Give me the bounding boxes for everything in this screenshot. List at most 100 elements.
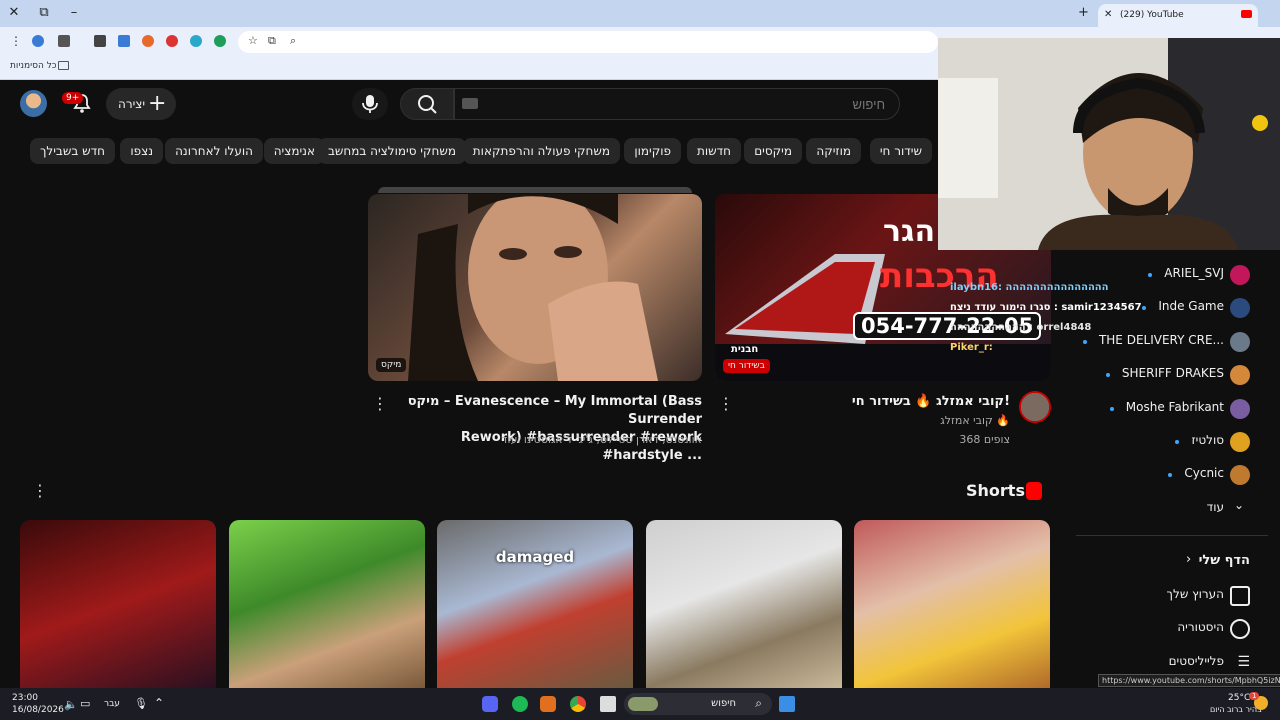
video-meta-mix: אוונסנס, דארן סטיילס, ג'יג' ד'אגוסטינו ו… [501, 433, 702, 446]
filter-chip[interactable]: חדש בשבילך [29, 138, 115, 164]
chat-line: ilaybn16: ההההההההההההההה [950, 282, 1109, 293]
discord-icon[interactable] [482, 696, 498, 712]
filter-chip[interactable]: נצפו [120, 138, 163, 164]
streamer-webcam [938, 38, 1280, 250]
media-icon[interactable] [58, 35, 70, 47]
live-badge: בשידור חי [723, 359, 770, 373]
channel-avatar-icon [1230, 298, 1250, 318]
video-title-live[interactable]: קובי אמזלג 🔥 בשידור חי! [760, 393, 1010, 411]
browser-tab-youtube[interactable]: ✕ (229) YouTube [1098, 4, 1258, 27]
video-channel-live[interactable]: קובי אמזלג 🔥 [760, 414, 1010, 427]
shorts-menu-icon[interactable]: ⋮ [32, 481, 48, 500]
chevron-left-icon: › [1186, 552, 1192, 567]
sidebar-item-your-channel[interactable]: הערוץ שלך [1076, 581, 1266, 611]
video-menu-icon[interactable]: ⋮ [372, 394, 388, 413]
video-thumbnail-mix[interactable]: מיקס [368, 194, 702, 381]
filter-chip[interactable]: הועלו לאחרונה [165, 138, 263, 164]
sidebar-subscription[interactable]: ARIEL_SVJ [1076, 260, 1266, 290]
short-thumbnail[interactable] [229, 520, 425, 688]
menu-dots-icon[interactable]: ⋮ [10, 34, 22, 48]
extension-2-icon[interactable] [166, 35, 178, 47]
voice-search-button[interactable] [352, 88, 388, 120]
short-thumbnail[interactable] [20, 520, 216, 688]
sidebar-subscription[interactable]: Cycnic [1076, 460, 1266, 490]
filter-chip[interactable]: משחקי סימולציה במחשב [317, 138, 466, 164]
search-input[interactable] [454, 88, 900, 120]
new-tab-button[interactable]: + [1078, 5, 1089, 20]
taskbar-search[interactable]: חיפוש ⌕ [624, 693, 772, 715]
subscription-name: ARIEL_SVJ [1164, 266, 1224, 280]
share-icon[interactable]: ⧉ [268, 34, 276, 48]
bookmark-star-icon[interactable]: ☆ [248, 34, 258, 47]
youtube-favicon-icon [1241, 10, 1252, 18]
filter-chip[interactable]: שידור חי [869, 138, 932, 164]
start-windows-icon[interactable] [779, 696, 795, 712]
video-viewers-live: 368 צופים [959, 433, 1010, 446]
extension-4-icon[interactable] [214, 35, 226, 47]
new-content-dot [1175, 440, 1179, 444]
file-explorer-icon[interactable] [600, 696, 616, 712]
clock-time[interactable]: 23:00 [12, 693, 38, 703]
sidebar-item-history[interactable]: היסטוריה [1076, 614, 1266, 644]
chevron-up-icon[interactable]: ⌃ [154, 696, 164, 710]
new-content-dot [1106, 373, 1110, 377]
tab-search-icon[interactable] [118, 35, 130, 47]
you-section-header[interactable]: הדף שלי › [1076, 547, 1266, 577]
app-icon[interactable] [540, 696, 556, 712]
create-button[interactable]: + יצירה [106, 88, 176, 120]
filter-chip[interactable]: חדשות [686, 138, 741, 164]
show-more-button[interactable]: עוד ⌄ [1076, 494, 1266, 524]
profile-icon[interactable] [32, 35, 44, 47]
extension-1-icon[interactable] [142, 35, 154, 47]
subscription-name: SHERIFF DRAKES [1121, 366, 1224, 380]
filter-chip[interactable]: מוזיקה [806, 138, 861, 164]
language-indicator[interactable]: עבר [104, 699, 120, 709]
search-button[interactable] [400, 88, 454, 120]
sidebar-subscription[interactable]: THE DELIVERY CRE... [1076, 327, 1266, 357]
short-thumbnail[interactable] [854, 520, 1050, 688]
short-thumbnail[interactable] [646, 520, 842, 688]
thumb-tag-text: הגר [883, 214, 936, 249]
tab-title: (229) YouTube [1120, 10, 1184, 20]
thumb-brand: חבנית [731, 344, 759, 355]
short-thumbnail[interactable]: damaged [437, 520, 633, 688]
zoom-icon[interactable]: ⌕ [290, 34, 296, 48]
filter-chip[interactable]: פוקימון [624, 138, 681, 164]
tab-close-icon[interactable]: ✕ [1104, 9, 1112, 20]
subscription-name: Inde Game [1158, 299, 1224, 313]
close-window-icon[interactable]: ✕ [4, 4, 24, 22]
mic-tray-icon[interactable]: 🎙 [134, 697, 148, 710]
restore-window-icon[interactable]: ⧉ [34, 4, 54, 22]
new-content-dot [1142, 306, 1146, 310]
short-overlay-text: damaged [495, 548, 575, 566]
thumbnail-face-illustration [408, 194, 658, 381]
extensions-icon[interactable] [94, 35, 106, 47]
filter-chip[interactable]: משחקי פעולה והרפתקאות [462, 138, 620, 164]
sidebar-subscription[interactable]: Inde Game [1076, 293, 1266, 323]
channel-avatar-icon [1230, 465, 1250, 485]
filter-chip[interactable]: אנימציה [263, 138, 325, 164]
keyboard-icon[interactable] [462, 98, 478, 109]
all-bookmarks-label[interactable]: כל הסימניות [10, 61, 57, 71]
search-icon: ⌕ [755, 696, 762, 710]
account-avatar[interactable] [20, 90, 47, 117]
minimize-window-icon[interactable]: – [64, 4, 84, 22]
channel-avatar-live[interactable] [1017, 389, 1053, 425]
sidebar-subscription[interactable]: סולטיז [1076, 427, 1266, 457]
extension-3-icon[interactable] [190, 35, 202, 47]
sidebar-subscription[interactable]: Moshe Fabrikant [1076, 394, 1266, 424]
divider [1076, 535, 1268, 536]
clock-date[interactable]: 16/08/2026 [12, 705, 64, 715]
channel-avatar-icon [1230, 332, 1250, 352]
address-bar[interactable]: ☆ ⧉ ⌕ [238, 31, 938, 53]
chrome-icon[interactable] [570, 696, 586, 712]
channel-avatar-icon [1230, 365, 1250, 385]
sidebar-subscription[interactable]: SHERIFF DRAKES [1076, 360, 1266, 390]
spotify-icon[interactable] [512, 696, 528, 712]
video-menu-icon[interactable]: ⋮ [718, 394, 734, 413]
display-icon[interactable]: ▭ [80, 697, 90, 710]
speaker-icon[interactable]: 🔈 [64, 698, 78, 711]
filter-chip[interactable]: מיקסים [744, 138, 802, 164]
video-title-mix[interactable]: מיקס – Evanescence – My Immortal (Bass S… [386, 393, 702, 465]
weather-temp[interactable]: 25°C [1228, 693, 1250, 703]
